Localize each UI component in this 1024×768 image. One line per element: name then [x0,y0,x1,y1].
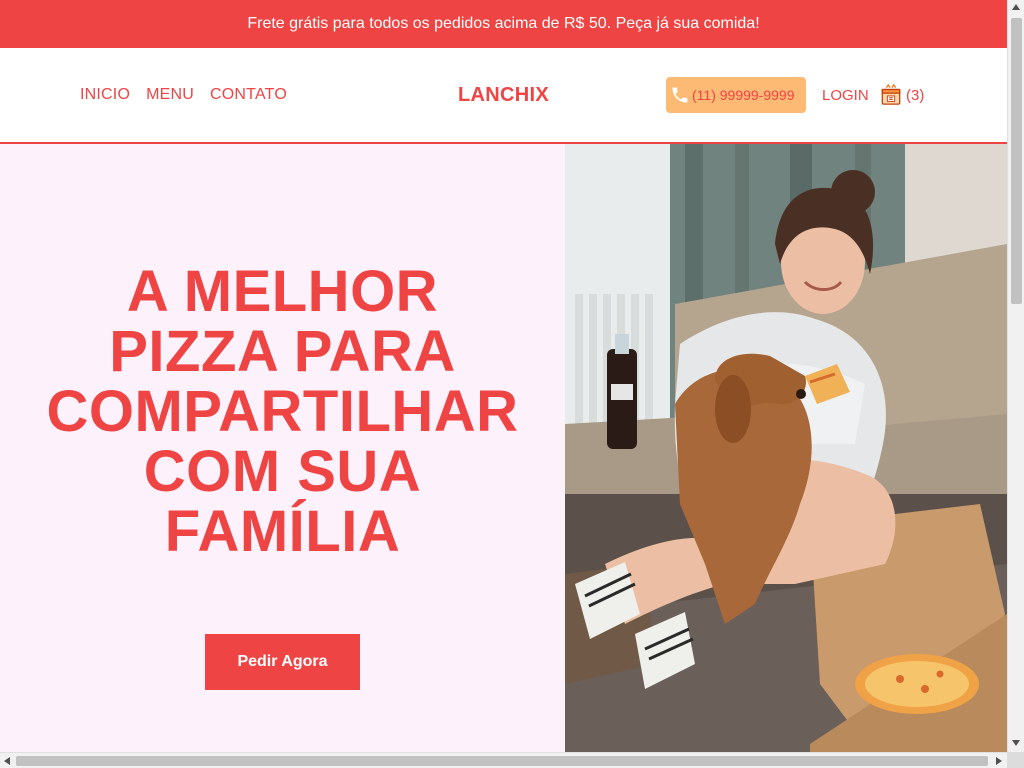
hero-title-line: PIZZA PARA [109,319,456,384]
promo-text: Frete grátis para todos os pedidos acima… [247,15,760,32]
page: Frete grátis para todos os pedidos acima… [0,0,1007,752]
scroll-right-arrow-icon[interactable] [996,757,1002,765]
main-nav: INICIO MENU CONTATO [80,86,287,104]
promo-banner: Frete grátis para todos os pedidos acima… [0,0,1007,48]
hero-section: A MELHOR PIZZA PARA COMPARTILHAR COM SUA… [0,144,1007,752]
nav-link-inicio[interactable]: INICIO [80,86,130,104]
scroll-up-arrow-icon[interactable] [1012,4,1020,10]
scroll-down-arrow-icon[interactable] [1012,740,1020,746]
cart-count: (3) [906,86,925,104]
scroll-left-arrow-icon[interactable] [4,757,10,765]
site-header: INICIO MENU CONTATO LANCHIX (11) 99999-9… [0,48,1007,144]
horizontal-scroll-thumb[interactable] [16,756,988,766]
phone-icon [670,85,690,105]
hero-photo-illustration [565,144,1007,752]
phone-button[interactable]: (11) 99999-9999 [666,77,806,113]
hero-title: A MELHOR PIZZA PARA COMPARTILHAR COM SUA… [0,262,565,562]
vertical-scroll-thumb[interactable] [1011,18,1022,304]
hero-title-line: COMPARTILHAR [46,379,519,444]
scrollbar-corner [1007,752,1024,768]
order-now-button[interactable]: Pedir Agora [205,634,360,690]
vertical-scrollbar[interactable] [1007,0,1024,752]
login-link[interactable]: LOGIN [822,87,869,104]
cart-button[interactable]: (3) [880,84,924,106]
nav-link-menu[interactable]: MENU [146,86,194,104]
phone-number: (11) 99999-9999 [692,87,795,103]
horizontal-scrollbar[interactable] [0,752,1007,768]
hero-title-line: COM SUA [143,439,422,504]
hero-text-panel: A MELHOR PIZZA PARA COMPARTILHAR COM SUA… [0,144,565,752]
hero-photo [565,144,1007,752]
site-logo[interactable]: LANCHIX [458,84,549,107]
cart-icon [880,84,902,106]
hero-title-line: FAMÍLIA [164,499,401,564]
nav-link-contato[interactable]: CONTATO [210,86,287,104]
hero-title-line: A MELHOR [126,259,439,324]
